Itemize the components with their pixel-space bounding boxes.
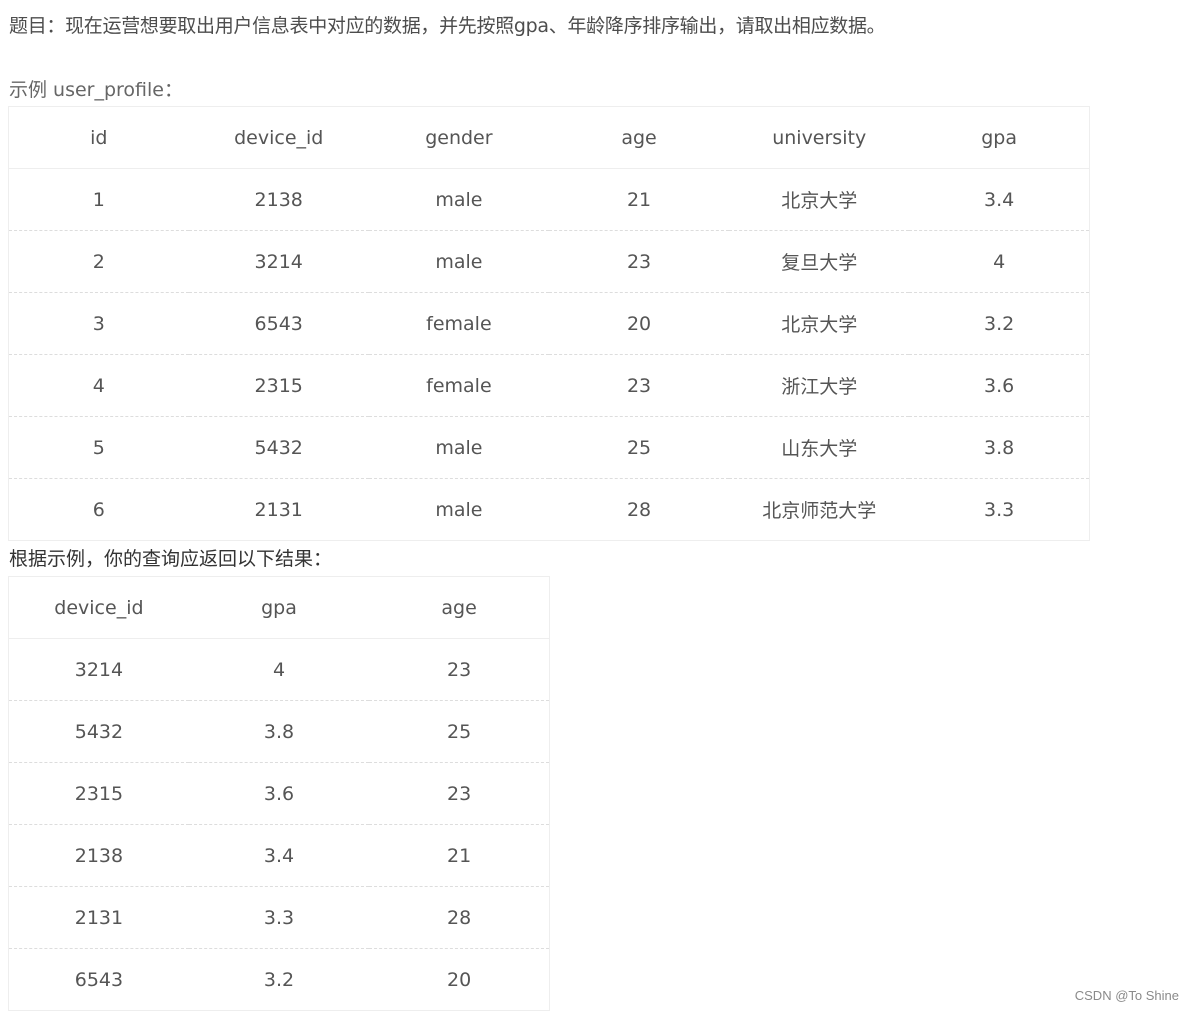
column-header-gender: gender: [368, 106, 549, 169]
table-row: 2 3214 male 23 复旦大学 4: [8, 230, 1090, 293]
cell-gpa: 3.3: [909, 478, 1090, 541]
table-row: 3 6543 female 20 北京大学 3.2: [8, 292, 1090, 355]
column-header-university: university: [729, 106, 910, 169]
cell-gpa: 3.8: [909, 416, 1090, 479]
cell-device-id: 3214: [8, 638, 189, 701]
user-profile-table: id device_id gender age university gpa 1…: [8, 106, 1090, 541]
cell-age: 23: [548, 230, 730, 293]
cell-device-id: 2131: [8, 886, 189, 949]
table-row: 3214 4 23: [8, 638, 550, 701]
cell-university: 山东大学: [729, 416, 910, 479]
table-row: 5432 3.8 25: [8, 700, 550, 763]
table-header-row: device_id gpa age: [8, 576, 550, 639]
cell-age: 25: [369, 700, 550, 763]
cell-age: 23: [548, 354, 730, 417]
cell-age: 21: [548, 168, 730, 231]
cell-id: 6: [8, 478, 189, 541]
cell-age: 25: [548, 416, 730, 479]
question-text: 题目：现在运营想要取出用户信息表中对应的数据，并先按照gpa、年龄降序排序输出，…: [9, 15, 886, 37]
cell-gender: female: [368, 354, 549, 417]
table-row: 5 5432 male 25 山东大学 3.8: [8, 416, 1090, 479]
cell-university: 浙江大学: [729, 354, 910, 417]
cell-device-id: 2131: [188, 478, 369, 541]
cell-university: 北京大学: [729, 292, 910, 355]
cell-device-id: 5432: [188, 416, 369, 479]
cell-device-id: 2138: [8, 824, 189, 887]
cell-gpa: 3.6: [188, 762, 370, 825]
table-row: 6 2131 male 28 北京师范大学 3.3: [8, 478, 1090, 541]
cell-gender: female: [368, 292, 549, 355]
table-row: 1 2138 male 21 北京大学 3.4: [8, 168, 1090, 231]
cell-gpa: 4: [188, 638, 370, 701]
cell-gpa: 3.2: [909, 292, 1090, 355]
table-row: 2315 3.6 23: [8, 762, 550, 825]
cell-age: 20: [369, 948, 550, 1011]
cell-gpa: 3.6: [909, 354, 1090, 417]
cell-university: 北京大学: [729, 168, 910, 231]
column-header-age: age: [369, 576, 550, 639]
table-row: 4 2315 female 23 浙江大学 3.6: [8, 354, 1090, 417]
cell-device-id: 3214: [188, 230, 369, 293]
cell-device-id: 6543: [8, 948, 189, 1011]
table-row: 6543 3.2 20: [8, 948, 550, 1011]
cell-gender: male: [368, 416, 549, 479]
column-header-gpa: gpa: [188, 576, 370, 639]
watermark: CSDN @To Shine: [1074, 988, 1179, 1003]
cell-gpa: 3.8: [188, 700, 370, 763]
cell-age: 28: [369, 886, 550, 949]
cell-id: 2: [8, 230, 189, 293]
cell-age: 23: [369, 638, 550, 701]
cell-gpa: 4: [909, 230, 1090, 293]
cell-device-id: 2138: [188, 168, 369, 231]
cell-university: 复旦大学: [729, 230, 910, 293]
cell-age: 21: [369, 824, 550, 887]
cell-gender: male: [368, 168, 549, 231]
cell-gpa: 3.4: [909, 168, 1090, 231]
cell-device-id: 5432: [8, 700, 189, 763]
result-caption: 根据示例，你的查询应返回以下结果：: [9, 548, 333, 570]
cell-id: 3: [8, 292, 189, 355]
cell-age: 23: [369, 762, 550, 825]
cell-university: 北京师范大学: [729, 478, 910, 541]
column-header-age: age: [548, 106, 730, 169]
cell-id: 1: [8, 168, 189, 231]
cell-gender: male: [368, 230, 549, 293]
cell-age: 28: [548, 478, 730, 541]
table-row: 2138 3.4 21: [8, 824, 550, 887]
example-caption: 示例 user_profile：: [9, 79, 183, 101]
cell-device-id: 2315: [188, 354, 369, 417]
column-header-device-id: device_id: [8, 576, 189, 639]
cell-gender: male: [368, 478, 549, 541]
cell-id: 5: [8, 416, 189, 479]
cell-gpa: 3.3: [188, 886, 370, 949]
table-row: 2131 3.3 28: [8, 886, 550, 949]
result-table: device_id gpa age 3214 4 23 5432 3.8 25 …: [8, 576, 550, 1011]
column-header-gpa: gpa: [909, 106, 1090, 169]
cell-gpa: 3.4: [188, 824, 370, 887]
column-header-id: id: [8, 106, 189, 169]
cell-device-id: 2315: [8, 762, 189, 825]
table-header-row: id device_id gender age university gpa: [8, 106, 1090, 169]
column-header-device-id: device_id: [188, 106, 369, 169]
cell-device-id: 6543: [188, 292, 369, 355]
cell-gpa: 3.2: [188, 948, 370, 1011]
cell-id: 4: [8, 354, 189, 417]
cell-age: 20: [548, 292, 730, 355]
